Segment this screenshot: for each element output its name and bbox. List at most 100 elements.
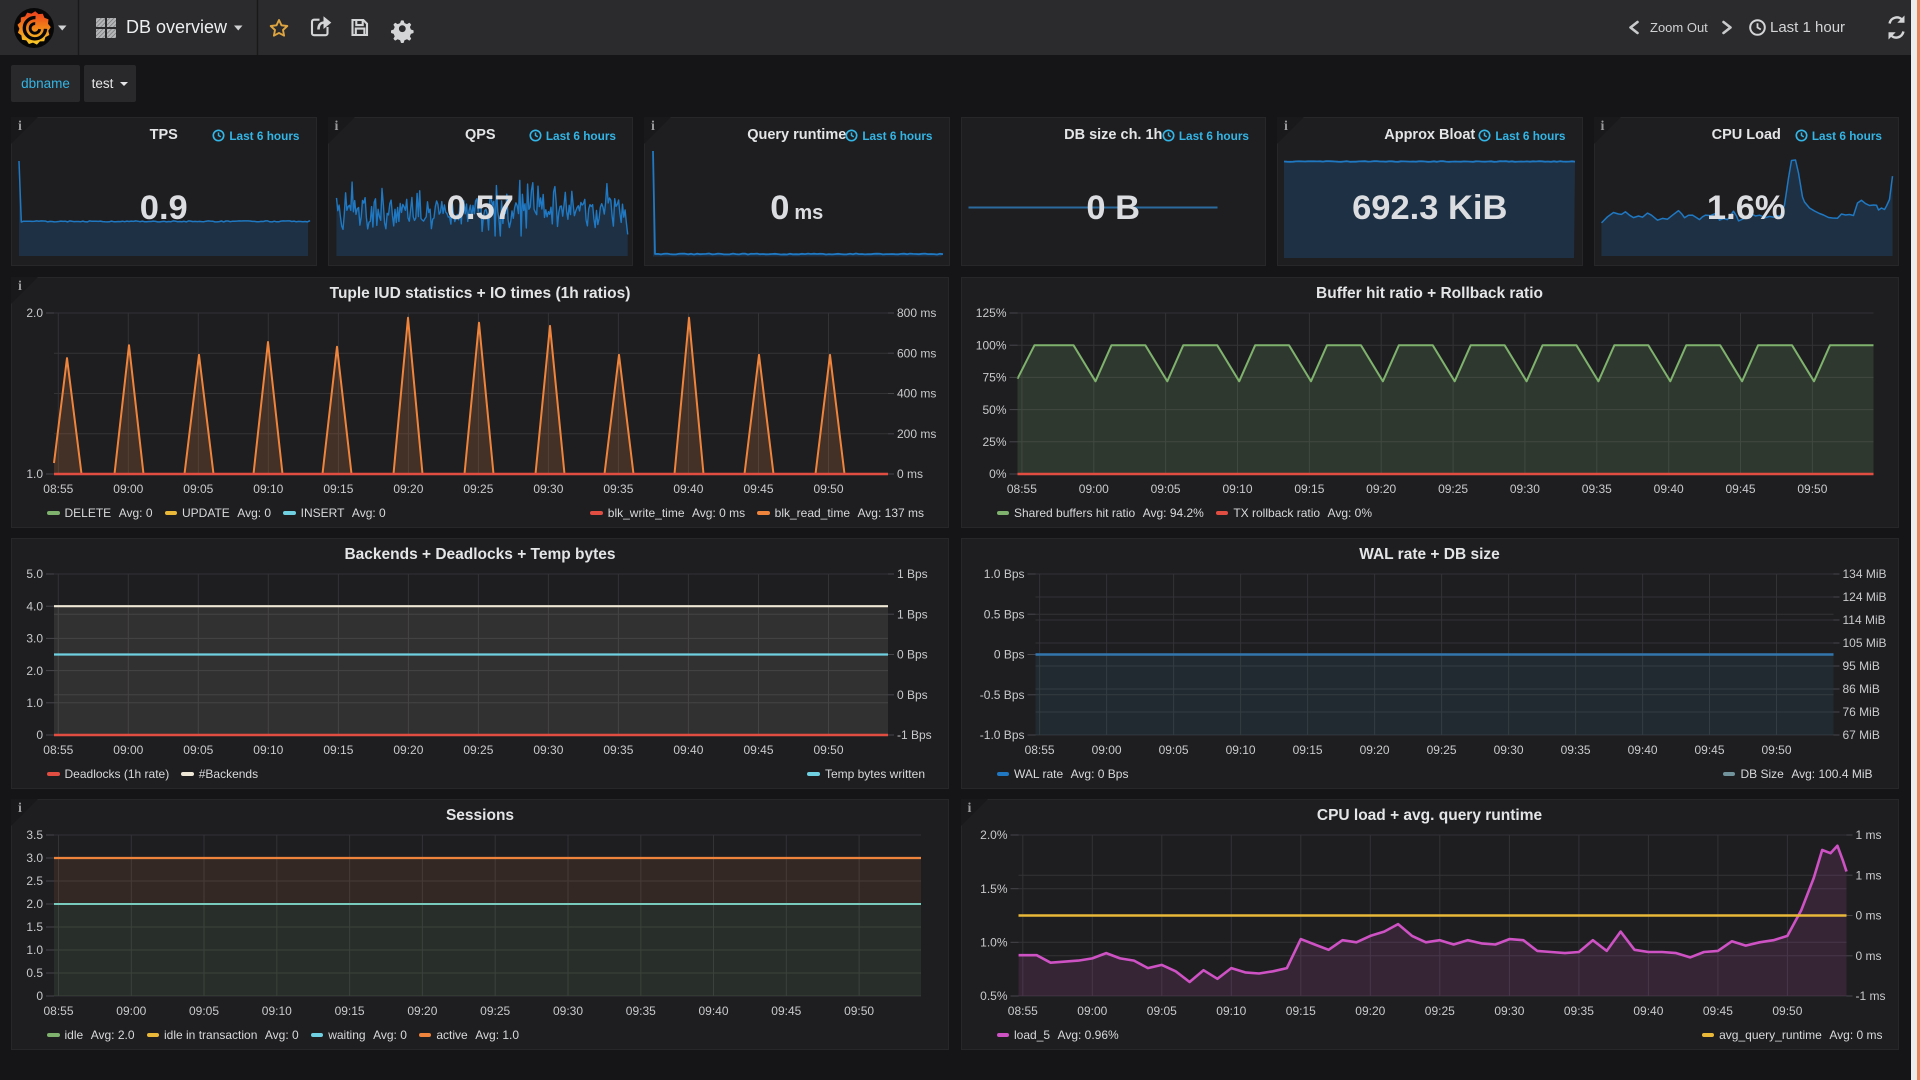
svg-text:09:15: 09:15	[323, 482, 353, 496]
svg-text:50%: 50%	[982, 403, 1006, 417]
svg-text:09:50: 09:50	[844, 1004, 874, 1018]
svg-text:09:15: 09:15	[1292, 743, 1322, 757]
svg-text:2.0: 2.0	[26, 897, 43, 911]
svg-text:09:35: 09:35	[603, 743, 633, 757]
svg-text:0 Bps: 0 Bps	[897, 648, 928, 662]
svg-text:1.5: 1.5	[26, 920, 43, 934]
svg-text:124 MiB: 124 MiB	[1842, 590, 1886, 604]
svg-text:09:25: 09:25	[1438, 482, 1468, 496]
svg-text:09:50: 09:50	[813, 482, 843, 496]
svg-text:09:30: 09:30	[533, 743, 563, 757]
svg-text:09:35: 09:35	[603, 482, 633, 496]
svg-text:08:55: 08:55	[1007, 1004, 1037, 1018]
svg-text:09:40: 09:40	[1627, 743, 1657, 757]
svg-text:1 Bps: 1 Bps	[897, 608, 928, 622]
svg-text:1 ms: 1 ms	[1855, 869, 1881, 883]
svg-text:09:05: 09:05	[1146, 1004, 1176, 1018]
svg-text:1.0: 1.0	[26, 696, 43, 710]
svg-text:09:05: 09:05	[189, 1004, 219, 1018]
svg-text:09:10: 09:10	[1216, 1004, 1246, 1018]
svg-text:09:20: 09:20	[407, 1004, 437, 1018]
svg-text:-0.5 Bps: -0.5 Bps	[979, 688, 1024, 702]
svg-text:1.0: 1.0	[26, 943, 43, 957]
svg-text:75%: 75%	[982, 371, 1006, 385]
svg-text:76 MiB: 76 MiB	[1842, 705, 1879, 719]
svg-text:09:25: 09:25	[463, 482, 493, 496]
svg-text:25%: 25%	[982, 435, 1006, 449]
svg-text:0.5: 0.5	[26, 966, 43, 980]
svg-text:100%: 100%	[975, 338, 1006, 352]
svg-text:09:35: 09:35	[1560, 743, 1590, 757]
svg-text:09:30: 09:30	[1509, 482, 1539, 496]
svg-text:09:20: 09:20	[393, 743, 423, 757]
svg-text:0: 0	[36, 728, 43, 742]
svg-text:1.0 Bps: 1.0 Bps	[983, 567, 1024, 581]
svg-text:125%: 125%	[975, 306, 1006, 320]
svg-text:3.0: 3.0	[26, 632, 43, 646]
svg-text:09:30: 09:30	[1494, 1004, 1524, 1018]
svg-text:09:45: 09:45	[743, 743, 773, 757]
svg-text:2.0: 2.0	[26, 306, 43, 320]
svg-text:09:30: 09:30	[1493, 743, 1523, 757]
svg-text:0 ms: 0 ms	[1855, 949, 1881, 963]
svg-text:09:40: 09:40	[1633, 1004, 1663, 1018]
svg-text:1.5%: 1.5%	[980, 882, 1008, 896]
svg-text:09:00: 09:00	[1077, 1004, 1107, 1018]
svg-text:09:35: 09:35	[1563, 1004, 1593, 1018]
svg-text:09:00: 09:00	[1091, 743, 1121, 757]
svg-text:2.0: 2.0	[26, 664, 43, 678]
svg-text:09:45: 09:45	[771, 1004, 801, 1018]
svg-text:09:20: 09:20	[1359, 743, 1389, 757]
svg-text:3.5: 3.5	[26, 828, 43, 842]
svg-text:09:45: 09:45	[1694, 743, 1724, 757]
svg-text:09:10: 09:10	[1225, 743, 1255, 757]
svg-text:08:55: 08:55	[43, 482, 73, 496]
svg-text:0 ms: 0 ms	[1855, 909, 1881, 923]
svg-text:09:05: 09:05	[183, 482, 213, 496]
svg-text:114 MiB: 114 MiB	[1842, 613, 1885, 627]
svg-text:09:45: 09:45	[1725, 482, 1755, 496]
svg-text:-1.0 Bps: -1.0 Bps	[979, 728, 1024, 742]
svg-text:95 MiB: 95 MiB	[1842, 659, 1879, 673]
svg-text:09:00: 09:00	[113, 743, 143, 757]
svg-text:0: 0	[36, 989, 43, 1003]
svg-text:09:50: 09:50	[1797, 482, 1827, 496]
svg-text:86 MiB: 86 MiB	[1842, 682, 1879, 696]
svg-text:09:20: 09:20	[1366, 482, 1396, 496]
svg-text:09:05: 09:05	[1150, 482, 1180, 496]
svg-text:600 ms: 600 ms	[897, 347, 936, 361]
svg-text:09:50: 09:50	[1772, 1004, 1802, 1018]
svg-text:1.0: 1.0	[26, 467, 43, 481]
svg-text:105 MiB: 105 MiB	[1842, 636, 1886, 650]
svg-text:09:20: 09:20	[393, 482, 423, 496]
svg-text:09:20: 09:20	[1355, 1004, 1385, 1018]
svg-text:2.5: 2.5	[26, 874, 43, 888]
svg-text:800 ms: 800 ms	[897, 306, 936, 320]
svg-text:0.5 Bps: 0.5 Bps	[983, 608, 1024, 622]
svg-text:08:55: 08:55	[43, 1004, 73, 1018]
svg-text:09:40: 09:40	[673, 482, 703, 496]
svg-text:0 Bps: 0 Bps	[993, 648, 1024, 662]
svg-text:09:10: 09:10	[253, 482, 283, 496]
svg-text:09:10: 09:10	[1222, 482, 1252, 496]
svg-text:09:10: 09:10	[262, 1004, 292, 1018]
svg-text:200 ms: 200 ms	[897, 427, 936, 441]
svg-text:08:55: 08:55	[43, 743, 73, 757]
svg-text:4.0: 4.0	[26, 599, 43, 613]
svg-text:0 ms: 0 ms	[897, 467, 923, 481]
svg-text:3.0: 3.0	[26, 851, 43, 865]
svg-text:0.5%: 0.5%	[980, 989, 1008, 1003]
svg-text:67 MiB: 67 MiB	[1842, 728, 1879, 742]
svg-text:09:15: 09:15	[1285, 1004, 1315, 1018]
svg-text:-1 ms: -1 ms	[1855, 989, 1885, 1003]
svg-text:09:40: 09:40	[698, 1004, 728, 1018]
svg-text:09:00: 09:00	[116, 1004, 146, 1018]
svg-text:09:35: 09:35	[1581, 482, 1611, 496]
svg-text:09:45: 09:45	[1702, 1004, 1732, 1018]
svg-text:09:25: 09:25	[463, 743, 493, 757]
svg-text:09:30: 09:30	[533, 482, 563, 496]
svg-text:09:05: 09:05	[183, 743, 213, 757]
svg-text:08:55: 08:55	[1024, 743, 1054, 757]
svg-text:134 MiB: 134 MiB	[1842, 567, 1886, 581]
svg-text:09:00: 09:00	[1078, 482, 1108, 496]
